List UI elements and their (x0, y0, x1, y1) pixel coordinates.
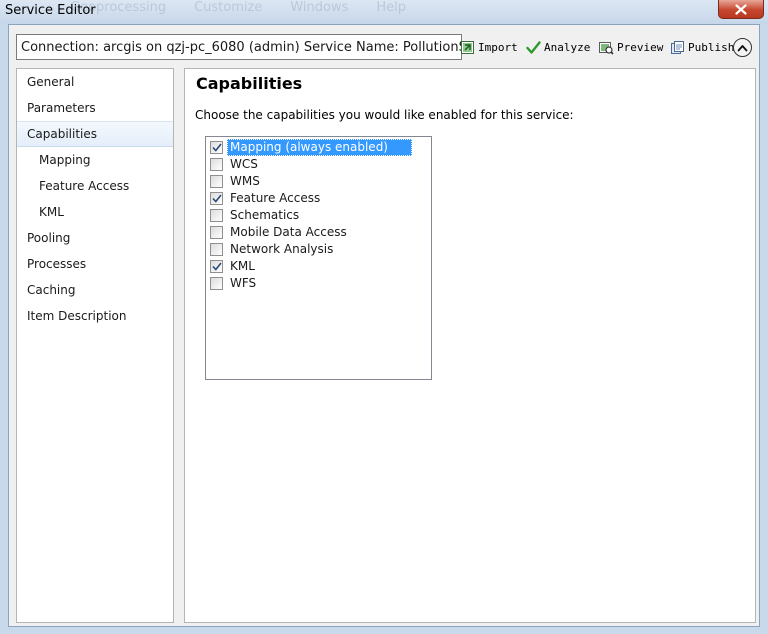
nav-item-parameters[interactable]: Parameters (17, 95, 173, 121)
capability-kml[interactable]: KML (210, 258, 412, 275)
nav-item-feature-access[interactable]: Feature Access (17, 173, 173, 199)
capability-wfs[interactable]: WFS (210, 275, 412, 292)
collapse-button[interactable] (733, 38, 752, 57)
capability-label: WMS (230, 174, 260, 188)
checkbox[interactable] (210, 277, 223, 290)
checkmark-icon (211, 194, 222, 203)
capabilities-checklist[interactable]: Mapping (always enabled) WCS WMS Feature… (205, 136, 432, 380)
capability-mapping[interactable]: Mapping (always enabled) (210, 139, 412, 156)
checkbox[interactable] (210, 141, 223, 154)
publish-button[interactable]: Publish (669, 38, 734, 56)
capability-label: Mapping (always enabled) (227, 139, 412, 156)
preview-icon (599, 41, 614, 55)
import-label: Import (478, 40, 518, 54)
checkbox[interactable] (210, 226, 223, 239)
checkbox[interactable] (210, 175, 223, 188)
preview-button[interactable]: Preview (598, 38, 663, 56)
capability-schematics[interactable]: Schematics (210, 207, 412, 224)
ghost-menu-item: Help (376, 0, 407, 14)
close-button[interactable] (718, 0, 764, 19)
capability-feature-access[interactable]: Feature Access (210, 190, 412, 207)
checkbox[interactable] (210, 192, 223, 205)
nav-item-pooling[interactable]: Pooling (17, 225, 173, 251)
capability-wcs[interactable]: WCS (210, 156, 412, 173)
import-icon (461, 40, 474, 54)
background-menu-bar: Geoprocessing Customize Windows Help (70, 0, 406, 14)
publish-label: Publish (688, 40, 735, 54)
checkmark-icon (211, 143, 222, 152)
chevron-up-icon (737, 44, 748, 51)
nav-item-capabilities[interactable]: Capabilities (17, 121, 173, 147)
import-button[interactable]: Import (460, 38, 518, 56)
connection-info-field[interactable]: Connection: arcgis on qzj-pc_6080 (admin… (16, 34, 462, 60)
capability-label: Network Analysis (230, 242, 334, 256)
page-description: Choose the capabilities you would like e… (195, 108, 574, 122)
capability-label: WFS (230, 276, 257, 290)
capability-label: Schematics (230, 208, 300, 222)
checkbox[interactable] (210, 158, 223, 171)
checkmark-icon (211, 262, 222, 271)
nav-item-caching[interactable]: Caching (17, 277, 173, 303)
page-title: Capabilities (196, 74, 303, 93)
capability-label: WCS (230, 157, 258, 171)
close-icon (735, 3, 747, 15)
nav-item-processes[interactable]: Processes (17, 251, 173, 277)
nav-item-mapping[interactable]: Mapping (17, 147, 173, 173)
checkbox[interactable] (210, 209, 223, 222)
capability-label: Mobile Data Access (230, 225, 347, 239)
capability-mobile-data-access[interactable]: Mobile Data Access (210, 224, 412, 241)
window-title: Service Editor (5, 3, 96, 18)
capability-label: Feature Access (230, 191, 321, 205)
analyze-label: Analyze (544, 40, 591, 54)
service-editor-client: Connection: arcgis on qzj-pc_6080 (admin… (8, 24, 760, 627)
settings-nav: General Parameters Capabilities Mapping … (16, 68, 174, 623)
preview-label: Preview (617, 40, 664, 54)
checkmark-icon (526, 40, 541, 54)
capability-network-analysis[interactable]: Network Analysis (210, 241, 412, 258)
nav-item-kml[interactable]: KML (17, 199, 173, 225)
title-bar: Geoprocessing Customize Windows Help Ser… (0, 0, 768, 24)
capabilities-panel: Capabilities Choose the capabilities you… (184, 68, 756, 623)
analyze-button[interactable]: Analyze (526, 38, 590, 56)
checkbox[interactable] (210, 243, 223, 256)
ghost-menu-item: Customize (194, 0, 263, 14)
nav-item-general[interactable]: General (17, 69, 173, 95)
capability-wms[interactable]: WMS (210, 173, 412, 190)
checkbox[interactable] (210, 260, 223, 273)
publish-icon (671, 40, 684, 54)
ghost-menu-item: Windows (290, 0, 349, 14)
nav-item-item-description[interactable]: Item Description (17, 303, 173, 329)
capability-label: KML (230, 259, 255, 273)
